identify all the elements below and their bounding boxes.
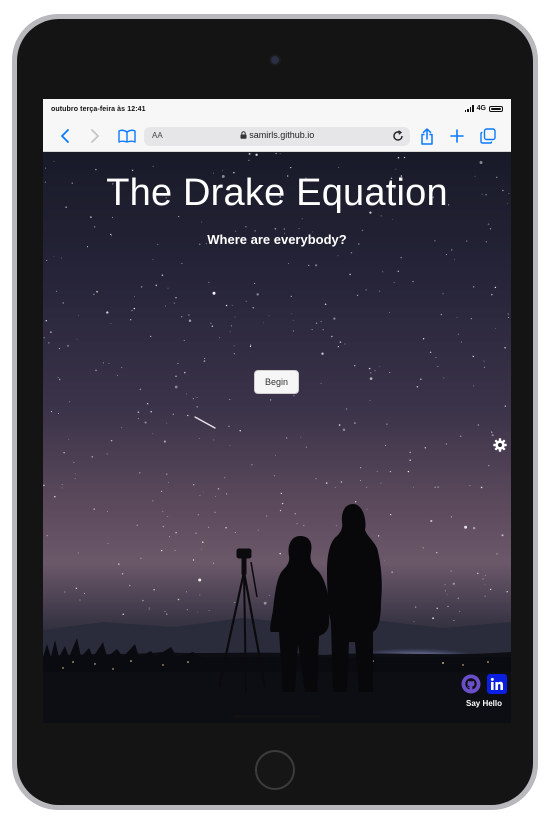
home-indicator bbox=[233, 715, 321, 718]
status-time: outubro terça-feira às 12:41 bbox=[51, 106, 146, 113]
linkedin-icon[interactable] bbox=[487, 674, 507, 694]
tabs-icon[interactable] bbox=[478, 126, 498, 146]
browser-toolbar: AA samirls.github.io bbox=[43, 121, 511, 152]
front-camera bbox=[271, 56, 279, 64]
battery-icon bbox=[489, 105, 503, 112]
signal-icon bbox=[464, 105, 474, 112]
gear-icon[interactable] bbox=[493, 438, 507, 452]
address-bar[interactable]: AA samirls.github.io bbox=[144, 127, 410, 146]
forward-icon[interactable] bbox=[85, 126, 105, 146]
url-display: samirls.github.io bbox=[144, 130, 410, 140]
screen: outubro terça-feira às 12:41 4G AA samir… bbox=[43, 99, 511, 723]
page-title: The Drake Equation bbox=[106, 172, 448, 214]
network-label: 4G bbox=[476, 105, 486, 112]
status-bar: outubro terça-feira às 12:41 4G bbox=[43, 99, 511, 121]
back-icon[interactable] bbox=[55, 126, 75, 146]
url-text: samirls.github.io bbox=[249, 130, 315, 140]
hero-section: The Drake Equation Where are everybody? … bbox=[43, 152, 511, 723]
github-icon[interactable] bbox=[461, 674, 481, 694]
share-icon[interactable] bbox=[417, 126, 437, 146]
begin-button[interactable]: Begin bbox=[254, 370, 299, 394]
reload-icon[interactable] bbox=[392, 129, 404, 147]
home-button[interactable] bbox=[255, 750, 295, 790]
lock-icon bbox=[240, 131, 247, 139]
bookmarks-icon[interactable] bbox=[117, 126, 137, 146]
new-tab-icon[interactable] bbox=[447, 126, 467, 146]
page-subtitle: Where are everybody? bbox=[207, 232, 347, 247]
say-hello-label: Say Hello bbox=[465, 699, 502, 708]
status-indicators: 4G bbox=[464, 105, 503, 112]
